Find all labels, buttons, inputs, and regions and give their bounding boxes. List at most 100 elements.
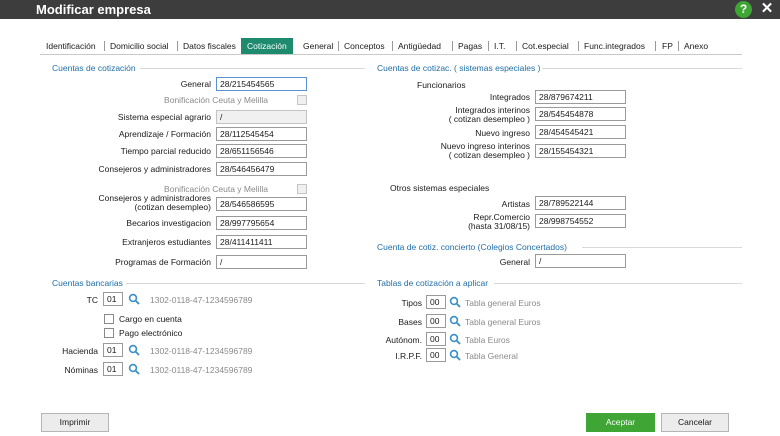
title-bar: Modificar empresa ? ✕	[0, 0, 780, 19]
tab-cotizacion[interactable]: Cotización	[241, 38, 293, 54]
repr-comercio-field[interactable]: 28/998754552	[535, 214, 626, 228]
section-divider	[140, 68, 365, 69]
tab-underline	[40, 54, 742, 55]
extranjeros-field[interactable]: 28/411411411	[216, 235, 307, 249]
search-icon[interactable]	[449, 349, 461, 361]
irpf-code-field[interactable]: 00	[426, 348, 446, 362]
label-becarios: Becarios investigacion	[126, 218, 211, 228]
tab-antiguedad[interactable]: Antigüedad	[398, 38, 441, 54]
tab-anexo[interactable]: Anexo	[684, 38, 708, 54]
section-cuentas-cotizacion: Cuentas de cotización	[52, 63, 136, 73]
bonificacion-2-checkbox[interactable]	[297, 184, 307, 194]
label-bonificacion-ceuta-melilla: Bonificación Ceuta y Melilla	[164, 95, 268, 105]
tab-separator	[104, 41, 105, 51]
tab-separator	[392, 41, 393, 51]
label-funcionarios: Funcionarios	[417, 80, 466, 90]
nuevo-ingreso-interinos-field[interactable]: 28/155454321	[535, 144, 626, 158]
artistas-field[interactable]: 28/789522144	[535, 196, 626, 210]
tab-pagas[interactable]: Pagas	[458, 38, 482, 54]
hacienda-account-number: 1302-0118-47-1234596789	[150, 346, 253, 356]
tab-separator	[338, 41, 339, 51]
label-otros-sistemas: Otros sistemas especiales	[390, 183, 490, 193]
tab-domicilio-social[interactable]: Domicilio social	[110, 38, 169, 54]
label-consejeros: Consejeros y administradores	[98, 164, 211, 174]
aprendizaje-field[interactable]: 28/112545454	[216, 127, 307, 141]
label-hacienda: Hacienda	[62, 346, 98, 356]
tab-fp[interactable]: FP	[662, 38, 673, 54]
search-icon[interactable]	[128, 293, 140, 305]
label-sistema-agrario: Sistema especial agrario	[117, 112, 211, 122]
tab-conceptos[interactable]: Conceptos	[344, 38, 385, 54]
tab-func-integrados[interactable]: Func.integrados	[584, 38, 645, 54]
nominas-code-field[interactable]: 01	[103, 362, 123, 376]
label-general: General	[180, 79, 211, 89]
imprimir-button[interactable]: Imprimir	[41, 413, 109, 432]
tab-it[interactable]: I.T.	[494, 38, 505, 54]
autonom-code-field[interactable]: 00	[426, 332, 446, 346]
tab-identificacion[interactable]: Identificación	[46, 38, 96, 54]
tab-separator	[452, 41, 453, 51]
concierto-general-field[interactable]: /	[535, 254, 626, 268]
aceptar-button[interactable]: Aceptar	[586, 413, 655, 432]
search-icon[interactable]	[449, 333, 461, 345]
search-icon[interactable]	[128, 344, 140, 356]
cuenta-general-field[interactable]: 28/215454565	[216, 77, 307, 91]
section-divider	[582, 247, 742, 248]
section-divider	[494, 283, 742, 284]
integrados-field[interactable]: 28/879674211	[535, 90, 626, 104]
label-nominas: Nóminas	[64, 365, 98, 375]
tipos-table-name: Tabla general Euros	[465, 298, 541, 308]
label-consejeros-desempleo-2: (cotizan desempleo)	[134, 202, 211, 212]
tc-account-number: 1302-0118-47-1234596789	[150, 295, 253, 305]
tab-separator	[678, 41, 679, 51]
label-tiempo-parcial: Tiempo parcial reducido	[120, 146, 211, 156]
tiempo-parcial-field[interactable]: 28/651156546	[216, 144, 307, 158]
pago-electronico-checkbox[interactable]	[104, 328, 114, 338]
label-autonom: Autónom.	[385, 335, 422, 345]
label-concierto-general: General	[499, 257, 530, 267]
label-tipos: Tipos	[401, 298, 422, 308]
bases-code-field[interactable]: 00	[426, 314, 446, 328]
label-repr-comercio-2: (hasta 31/08/15)	[468, 221, 530, 231]
nuevo-ingreso-field[interactable]: 28/454545421	[535, 125, 626, 139]
section-concierto: Cuenta de cotiz. concierto (Colegios Con…	[377, 242, 567, 252]
bases-table-name: Tabla general Euros	[465, 317, 541, 327]
becarios-field[interactable]: 28/997795654	[216, 216, 307, 230]
hacienda-code-field[interactable]: 01	[103, 343, 123, 357]
bonificacion-checkbox[interactable]	[297, 95, 307, 105]
close-icon[interactable]: ✕	[759, 0, 775, 18]
consejeros-field[interactable]: 28/546456479	[216, 162, 307, 176]
help-icon[interactable]: ?	[735, 1, 752, 18]
consejeros-desempleo-field[interactable]: 28/546586595	[216, 197, 307, 211]
cancelar-button[interactable]: Cancelar	[661, 413, 729, 432]
label-nuevo-ingreso: Nuevo ingreso	[475, 128, 530, 138]
label-programas-formacion: Programas de Formación	[115, 257, 211, 267]
tab-general[interactable]: General	[303, 38, 333, 54]
search-icon[interactable]	[449, 315, 461, 327]
window-title: Modificar empresa	[36, 2, 151, 17]
tab-separator	[177, 41, 178, 51]
cargo-en-cuenta-checkbox[interactable]	[104, 314, 114, 324]
label-irpf: I.R.P.F.	[395, 351, 422, 361]
tc-code-field[interactable]: 01	[103, 292, 123, 306]
label-integrados-interinos-2: ( cotizan desempleo )	[448, 114, 530, 124]
search-icon[interactable]	[128, 363, 140, 375]
programas-formacion-field[interactable]: /	[216, 255, 307, 269]
search-icon[interactable]	[449, 296, 461, 308]
section-cuentas-bancarias: Cuentas bancarias	[52, 278, 123, 288]
label-integrados: Integrados	[489, 92, 530, 102]
tipos-code-field[interactable]: 00	[426, 295, 446, 309]
autonom-table-name: Tabla Euros	[465, 335, 510, 345]
tab-cot-especial[interactable]: Cot.especial	[522, 38, 569, 54]
label-aprendizaje: Aprendizaje / Formación	[118, 129, 211, 139]
section-sistemas-especiales: Cuentas de cotizac. ( sistemas especiale…	[377, 63, 541, 73]
label-artistas: Artistas	[501, 199, 530, 209]
nominas-account-number: 1302-0118-47-1234596789	[150, 365, 253, 375]
section-tablas-cotizacion: Tablas de cotización a aplicar	[377, 278, 489, 288]
integrados-interinos-field[interactable]: 28/545454878	[535, 107, 626, 121]
label-pago-electronico: Pago electrónico	[119, 328, 183, 338]
label-cargo-en-cuenta: Cargo en cuenta	[119, 314, 182, 324]
label-tc: TC	[86, 295, 98, 305]
tab-datos-fiscales[interactable]: Datos fiscales	[183, 38, 236, 54]
sistema-agrario-field[interactable]: /	[216, 110, 307, 124]
